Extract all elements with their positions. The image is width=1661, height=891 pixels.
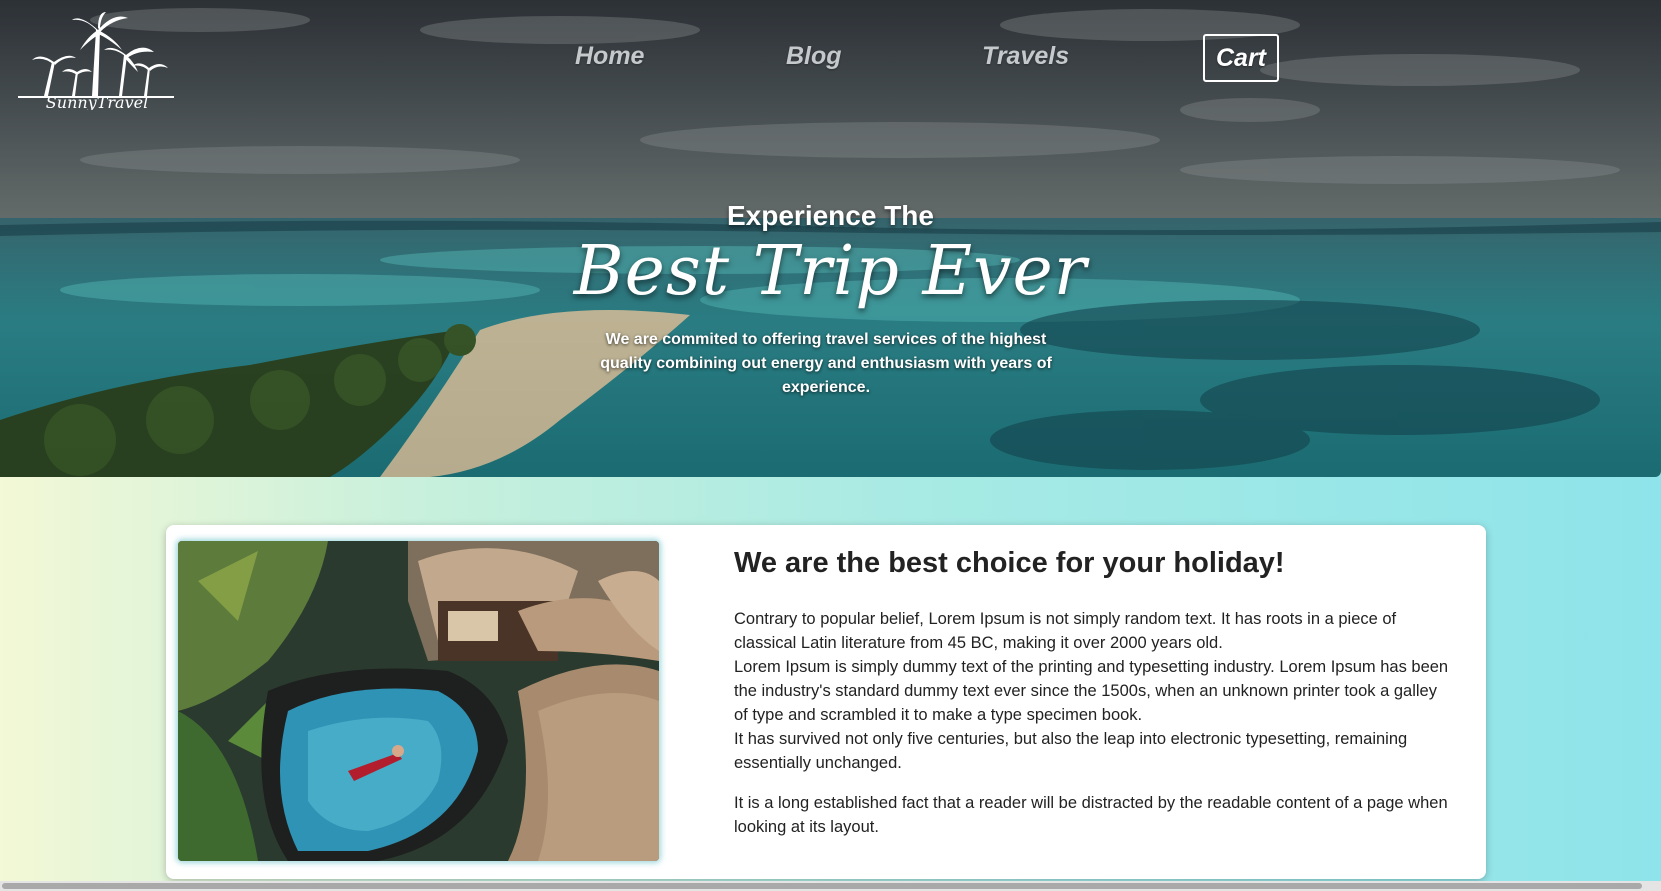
- horizontal-scrollbar-thumb[interactable]: [2, 883, 1642, 889]
- about-paragraph-1-line-2: Lorem Ipsum is simply dummy text of the …: [734, 658, 1449, 724]
- palm-trees-logo-icon[interactable]: SunnyTravel: [14, 10, 180, 110]
- nav-home-link[interactable]: Home: [575, 42, 644, 71]
- about-paragraph-1-line-3: It has survived not only five centuries,…: [734, 730, 1408, 772]
- cart-button[interactable]: Cart: [1203, 34, 1279, 82]
- about-card: We are the best choice for your holiday!…: [166, 525, 1486, 879]
- hero-section: SunnyTravel Home Blog Travels Cart Exper…: [0, 0, 1661, 477]
- nav-travels-link[interactable]: Travels: [982, 42, 1069, 71]
- about-title: We are the best choice for your holiday!: [734, 547, 1285, 579]
- about-paragraph-1-line-1: Contrary to popular belief, Lorem Ipsum …: [734, 610, 1397, 652]
- hero-title: Best Trip Ever: [573, 232, 1088, 311]
- hero-description: We are commited to offering travel servi…: [600, 331, 1052, 396]
- about-body: Contrary to popular belief, Lorem Ipsum …: [734, 607, 1454, 839]
- hero-kicker: Experience The: [727, 200, 934, 231]
- logo-text: SunnyTravel: [46, 93, 148, 110]
- about-paragraph-2: It is a long established fact that a rea…: [734, 794, 1448, 836]
- resort-pool-photo: [178, 541, 659, 861]
- nav-blog-link[interactable]: Blog: [786, 42, 842, 71]
- horizontal-scrollbar[interactable]: [0, 881, 1661, 891]
